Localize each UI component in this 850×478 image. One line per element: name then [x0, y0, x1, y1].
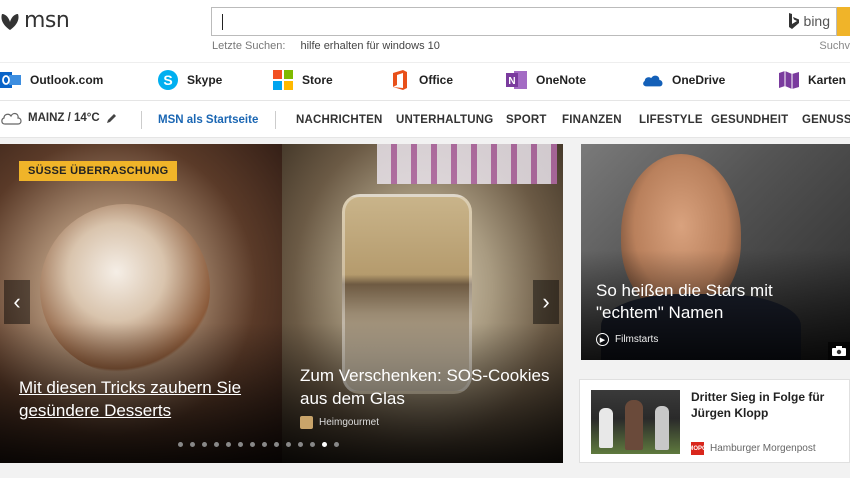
- weather-label: MAINZ / 14°C: [28, 112, 100, 124]
- app-skype[interactable]: S Skype: [157, 69, 222, 91]
- logo-text: msn: [24, 8, 70, 33]
- slide-headline-link[interactable]: Mit diesen Tricks zaubern Sie gesündere …: [19, 376, 269, 422]
- svg-text:S: S: [163, 72, 172, 88]
- office-icon: [389, 69, 411, 91]
- bing-icon: [788, 13, 799, 29]
- recent-label: Letzte Suchen:: [212, 40, 286, 52]
- hero-carousel: SÜSSE ÜBERRASCHUNG Mit diesen Tricks zau…: [0, 144, 563, 463]
- carousel-dot[interactable]: [298, 442, 303, 447]
- nav-item-genuss[interactable]: GENUSS: [802, 114, 850, 126]
- carousel-dot[interactable]: [250, 442, 255, 447]
- app-label: OneDrive: [672, 73, 726, 87]
- nav-divider: [141, 111, 142, 129]
- news-headline[interactable]: Dritter Sieg in Folge für Jürgen Klopp: [691, 389, 841, 421]
- carousel-dot[interactable]: [322, 442, 327, 447]
- heimgourmet-icon: [300, 416, 313, 429]
- search-options-link[interactable]: Suchv: [819, 40, 850, 52]
- carousel-dot[interactable]: [190, 442, 195, 447]
- nav-item-gesundheit[interactable]: GESUNDHEIT: [711, 114, 788, 126]
- app-office[interactable]: Office: [389, 69, 453, 91]
- player-figure: [599, 408, 613, 448]
- source-label: Heimgourmet: [319, 417, 380, 428]
- carousel-dot[interactable]: [274, 442, 279, 447]
- bing-label: bing: [803, 13, 830, 29]
- set-homepage-link[interactable]: MSN als Startseite: [158, 114, 258, 126]
- pencil-icon[interactable]: [106, 112, 118, 124]
- text-caret: [222, 14, 223, 30]
- search-button[interactable]: [837, 7, 850, 36]
- news-source[interactable]: MOPO Hamburger Morgenpost: [688, 442, 816, 455]
- carousel-dot[interactable]: [286, 442, 291, 447]
- msn-logo[interactable]: msn: [0, 8, 70, 33]
- nav-item-nachrichten[interactable]: NACHRICHTEN: [296, 114, 383, 126]
- chevron-right-icon: ›: [542, 289, 550, 314]
- outlook-icon: [0, 69, 22, 91]
- recent-query-link[interactable]: hilfe erhalten für windows 10: [300, 40, 439, 52]
- feature-source[interactable]: ▶ Filmstarts: [596, 333, 658, 346]
- butterfly-icon: [1, 13, 19, 30]
- maps-icon: [778, 69, 800, 91]
- carousel-next-button[interactable]: ›: [533, 280, 559, 324]
- towel-image: [377, 144, 557, 184]
- carousel-pagination: [178, 442, 339, 447]
- nav-item-finanzen[interactable]: FINANZEN: [562, 114, 622, 126]
- search-input[interactable]: bing: [211, 7, 837, 36]
- nav-item-sport[interactable]: SPORT: [506, 114, 547, 126]
- app-maps[interactable]: Karten: [778, 69, 846, 91]
- carousel-dot[interactable]: [202, 442, 207, 447]
- carousel-dot[interactable]: [214, 442, 219, 447]
- player-figure: [625, 400, 643, 450]
- football-thumbnail: [591, 390, 680, 454]
- carousel-dot[interactable]: [262, 442, 267, 447]
- app-outlook[interactable]: Outlook.com: [0, 69, 103, 91]
- app-store[interactable]: Store: [272, 69, 333, 91]
- category-badge: SÜSSE ÜBERRASCHUNG: [19, 161, 178, 181]
- onedrive-icon: [642, 69, 664, 91]
- slide-source[interactable]: Heimgourmet: [300, 416, 379, 429]
- carousel-dot[interactable]: [310, 442, 315, 447]
- app-shortcuts-bar: Outlook.com S Skype Store Office N OneNo…: [0, 62, 850, 100]
- nav-bar: MAINZ / 14°C MSN als Startseite NACHRICH…: [0, 100, 850, 138]
- nav-item-unterhaltung[interactable]: UNTERHALTUNG: [396, 114, 493, 126]
- carousel-dot[interactable]: [238, 442, 243, 447]
- app-label: Outlook.com: [30, 73, 104, 87]
- svg-text:N: N: [508, 76, 515, 87]
- chevron-left-icon: ‹: [13, 289, 21, 314]
- weather-widget[interactable]: MAINZ / 14°C: [0, 111, 118, 125]
- carousel-dot[interactable]: [226, 442, 231, 447]
- nav-divider: [275, 111, 276, 129]
- top-bar: msn bing Letzte Suchen: hilfe erhalten f…: [0, 0, 850, 62]
- carousel-dot[interactable]: [178, 442, 183, 447]
- cloud-icon: [1, 112, 22, 125]
- app-label: OneNote: [536, 73, 587, 87]
- source-label: Hamburger Morgenpost: [710, 443, 816, 454]
- source-label: Filmstarts: [615, 334, 659, 345]
- feature-card[interactable]: So heißen die Stars mit "echtem" Namen ▶…: [581, 144, 850, 360]
- recent-searches: Letzte Suchen: hilfe erhalten für window…: [212, 40, 440, 52]
- feature-headline[interactable]: So heißen die Stars mit "echtem" Namen: [596, 280, 826, 324]
- app-onedrive[interactable]: OneDrive: [642, 69, 725, 91]
- app-onenote[interactable]: N OneNote: [506, 69, 586, 91]
- app-label: Karten: [808, 73, 847, 87]
- app-label: Skype: [187, 73, 223, 87]
- nav-item-lifestyle[interactable]: LIFESTYLE: [639, 114, 703, 126]
- slide-headline[interactable]: Zum Verschenken: SOS-Cookies aus dem Gla…: [300, 364, 550, 410]
- carousel-dot[interactable]: [334, 442, 339, 447]
- app-label: Office: [419, 73, 454, 87]
- store-icon: [272, 69, 294, 91]
- bing-brand: bing: [788, 13, 830, 29]
- news-card[interactable]: Dritter Sieg in Folge für Jürgen Klopp M…: [579, 379, 850, 463]
- onenote-icon: N: [506, 69, 528, 91]
- carousel-prev-button[interactable]: ‹: [4, 280, 30, 324]
- app-label: Store: [302, 73, 333, 87]
- slide-desserts[interactable]: SÜSSE ÜBERRASCHUNG Mit diesen Tricks zau…: [0, 144, 282, 463]
- skype-icon: S: [157, 69, 179, 91]
- camera-icon: [828, 342, 850, 360]
- play-icon: ▶: [596, 333, 609, 346]
- player-figure: [655, 406, 669, 450]
- mopo-logo: MOPO: [688, 442, 707, 455]
